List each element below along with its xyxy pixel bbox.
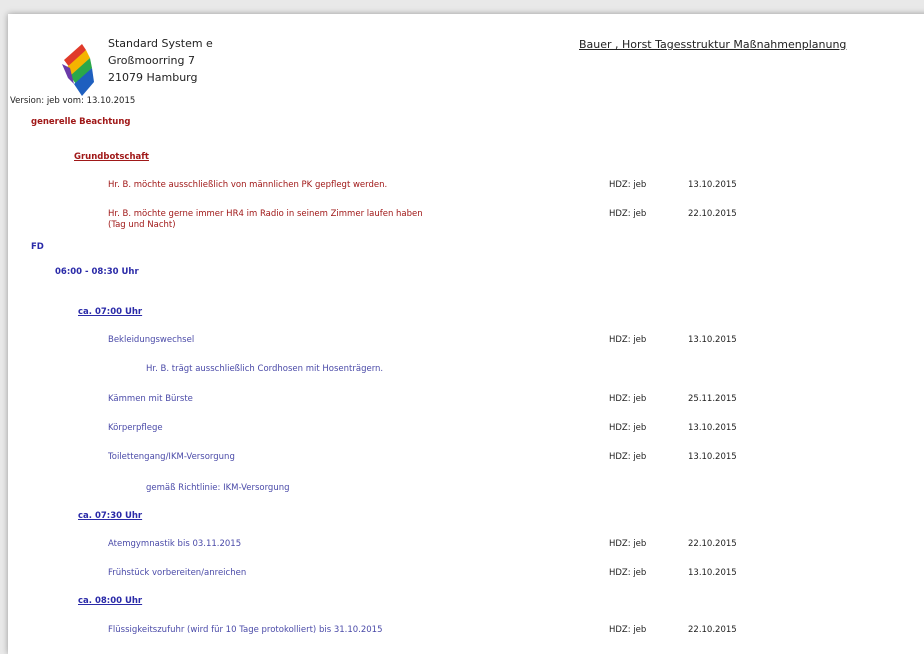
document-page: Standard System e Großmoorring 7 21079 H… xyxy=(8,14,924,654)
hdz-label: HDZ: jeb xyxy=(609,335,647,345)
hdz-label: HDZ: jeb xyxy=(609,539,647,549)
entry-date: 13.10.2015 xyxy=(688,335,737,345)
measure-text: Kämmen mit Bürste xyxy=(108,394,193,404)
grundbotschaft-heading: Grundbotschaft xyxy=(74,152,149,162)
entry-date: 22.10.2015 xyxy=(688,209,737,219)
entry-date: 25.11.2015 xyxy=(688,394,737,404)
measure-note: Hr. B. trägt ausschließlich Cordhosen mi… xyxy=(146,364,384,374)
measure-text: Flüssigkeitszufuhr (wird für 10 Tage pro… xyxy=(108,625,383,635)
shift-label: FD xyxy=(31,242,44,252)
version-line: Version: jeb vom: 13.10.2015 xyxy=(10,96,136,106)
time-slot-heading: ca. 07:00 Uhr xyxy=(78,307,143,317)
company-logo xyxy=(62,44,94,96)
measure-text: Toilettengang/IKM-Versorgung xyxy=(108,452,235,462)
time-slot-heading: ca. 08:00 Uhr xyxy=(78,596,143,606)
entry-date: 13.10.2015 xyxy=(688,452,737,462)
grundbotschaft-text: Hr. B. möchte ausschließlich von männlic… xyxy=(108,180,388,190)
hdz-label: HDZ: jeb xyxy=(609,209,647,219)
entry-date: 13.10.2015 xyxy=(688,423,737,433)
hdz-label: HDZ: jeb xyxy=(609,394,647,404)
document-title: Bauer , Horst Tagesstruktur Maßnahmenpla… xyxy=(579,38,847,51)
grundbotschaft-text: Hr. B. möchte gerne immer HR4 im Radio i… xyxy=(108,209,423,219)
entry-date: 13.10.2015 xyxy=(688,180,737,190)
hdz-label: HDZ: jeb xyxy=(609,568,647,578)
entry-date: 22.10.2015 xyxy=(688,625,737,635)
company-city: 21079 Hamburg xyxy=(108,71,198,84)
entry-date: 22.10.2015 xyxy=(688,539,737,549)
hdz-label: HDZ: jeb xyxy=(609,180,647,190)
measure-text: Bekleidungswechsel xyxy=(108,335,195,345)
measure-text: Frühstück vorbereiten/anreichen xyxy=(108,568,247,578)
measure-text: Körperpflege xyxy=(108,423,163,433)
hdz-label: HDZ: jeb xyxy=(609,625,647,635)
company-street: Großmoorring 7 xyxy=(108,54,195,67)
hdz-label: HDZ: jeb xyxy=(609,423,647,433)
entry-date: 13.10.2015 xyxy=(688,568,737,578)
measure-note: gemäß Richtlinie: IKM-Versorgung xyxy=(146,483,290,493)
measure-text: Atemgymnastik bis 03.11.2015 xyxy=(108,539,242,549)
hdz-label: HDZ: jeb xyxy=(609,452,647,462)
section-general: generelle Beachtung xyxy=(31,117,131,127)
grundbotschaft-text-cont: (Tag und Nacht) xyxy=(108,220,176,230)
company-name: Standard System e xyxy=(108,37,213,50)
time-slot-heading: ca. 07:30 Uhr xyxy=(78,511,143,521)
time-group-heading: 06:00 - 08:30 Uhr xyxy=(55,267,139,277)
